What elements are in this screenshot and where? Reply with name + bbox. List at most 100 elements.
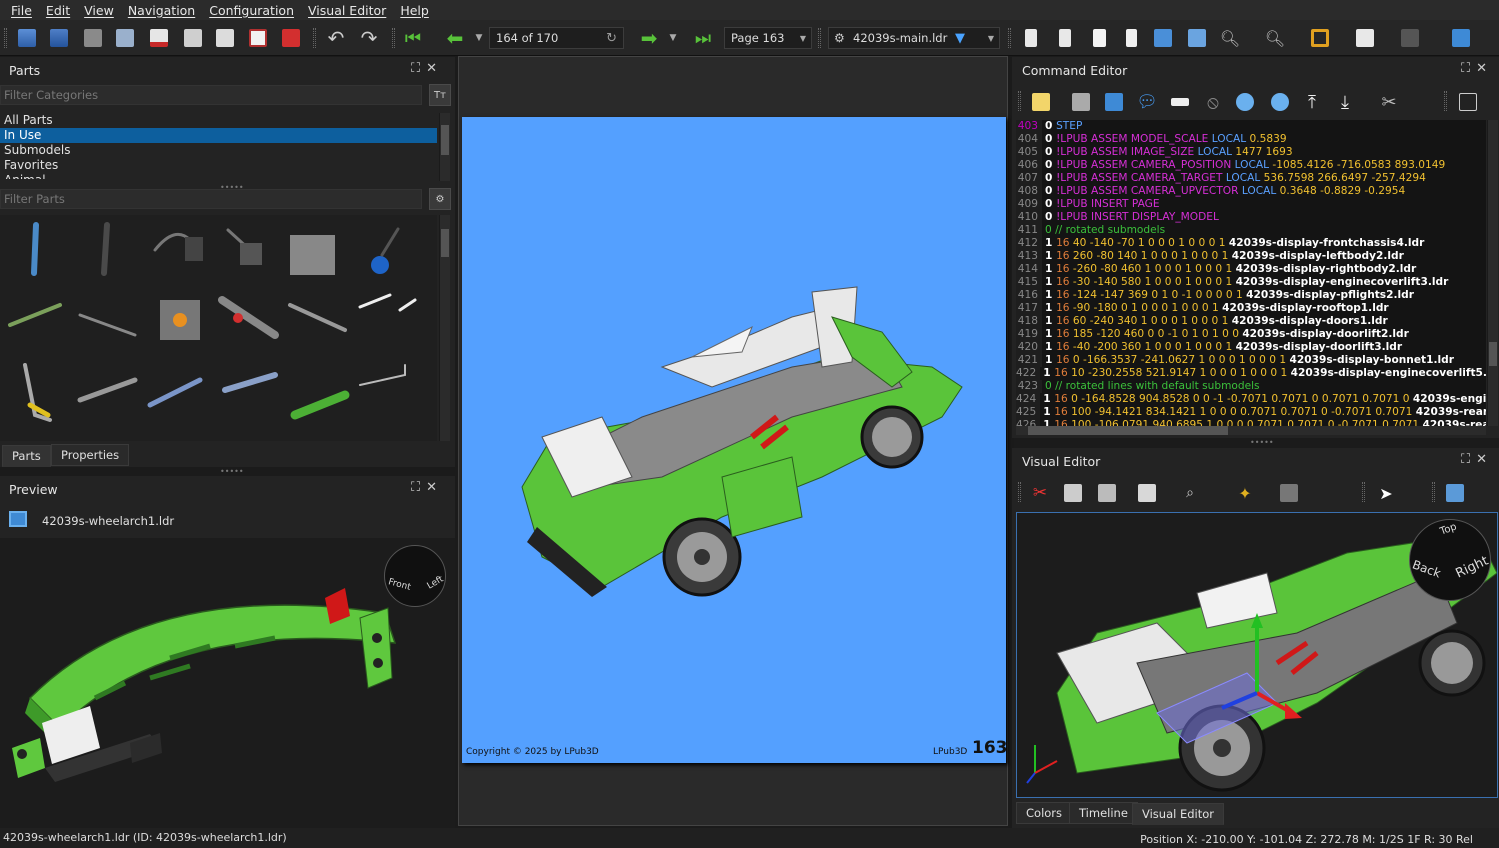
cut-icon[interactable]: ✂ xyxy=(1376,89,1402,115)
comment-icon[interactable]: 💬︎ xyxy=(1134,89,1160,115)
fit-page-icon[interactable] xyxy=(1307,25,1333,51)
code-line[interactable]: 421 1 16 0 -166.3537 -241.0627 1 0 0 0 1 … xyxy=(1016,354,1486,367)
menu-visual-editor[interactable]: Visual Editor xyxy=(301,3,393,18)
category-item[interactable]: Animal xyxy=(0,173,437,179)
paste-icon[interactable] xyxy=(1094,480,1120,506)
toolbar-grip[interactable] xyxy=(1444,91,1447,111)
editor-hscrollbar[interactable] xyxy=(1016,426,1486,435)
menu-configuration[interactable]: Configuration xyxy=(202,3,301,18)
tab-visual-editor[interactable]: Visual Editor xyxy=(1132,803,1225,825)
toolbar-grip[interactable] xyxy=(313,28,316,48)
code-line[interactable]: 424 1 16 0 -164.8528 904.8528 0 0 -1 -0.7… xyxy=(1016,393,1486,406)
scroll-up-icon[interactable] xyxy=(1232,89,1258,115)
previous-page-icon[interactable]: ⬅ xyxy=(442,25,468,51)
code-line[interactable]: 422 1 16 10 -230.2558 521.9147 1 0 0 0 1 … xyxy=(1016,367,1486,380)
category-item-selected[interactable]: In Use xyxy=(0,128,437,143)
step-counter-input[interactable]: 164 of 170 ↻ xyxy=(489,27,624,49)
find-icon[interactable]: ⌕ xyxy=(1177,480,1203,506)
move-top-icon[interactable]: ⤒ xyxy=(1299,89,1325,115)
last-page-icon[interactable]: ⏭ xyxy=(690,25,716,51)
settings-icon[interactable]: ⚙ xyxy=(429,188,451,210)
next-dropdown-icon[interactable]: ▼ xyxy=(660,25,686,51)
code-line[interactable]: 412 1 16 40 -140 -70 1 0 0 0 1 0 0 0 1 42… xyxy=(1016,237,1486,250)
tab-timeline[interactable]: Timeline xyxy=(1069,802,1138,824)
page-fold-icon[interactable] xyxy=(1118,25,1144,51)
splitter-handle[interactable]: ••••• xyxy=(220,467,244,476)
toolbar-grip[interactable] xyxy=(392,28,395,48)
code-line[interactable]: 405 0 !LPUB ASSEM IMAGE_SIZE LOCAL 1477 1… xyxy=(1016,146,1486,159)
code-line[interactable]: 409 0 !LPUB INSERT PAGE xyxy=(1016,198,1486,211)
code-line[interactable]: 419 1 16 185 -120 460 0 0 -1 0 1 0 1 0 0 … xyxy=(1016,328,1486,341)
export-icon[interactable] xyxy=(80,25,106,51)
code-line[interactable]: 416 1 16 -124 -147 369 0 1 0 -1 0 0 0 0 1… xyxy=(1016,289,1486,302)
code-line[interactable]: 426 1 16 100 -106.0791 940.6895 1 0 0 0 0… xyxy=(1016,419,1486,426)
first-page-icon[interactable]: ⏮ xyxy=(400,25,426,51)
next-page-icon[interactable]: ➡ xyxy=(636,25,662,51)
page-layout-right-icon[interactable] xyxy=(1052,25,1078,51)
code-line[interactable]: 404 0 !LPUB ASSEM MODEL_SCALE LOCAL 0.583… xyxy=(1016,133,1486,146)
camera-icon[interactable] xyxy=(1442,480,1468,506)
redo-icon[interactable]: ↷ xyxy=(356,25,382,51)
filter-categories-input[interactable]: Filter Categories xyxy=(0,85,422,105)
preferences-icon[interactable] xyxy=(1068,89,1094,115)
toolbar-grip[interactable] xyxy=(818,28,821,48)
model-select[interactable]: ⚙ 42039s-main.ldr ▼ ▼ xyxy=(828,27,1000,49)
tab-parts[interactable]: Parts xyxy=(2,445,51,467)
copy-icon[interactable] xyxy=(1060,480,1086,506)
disable-icon[interactable]: ⦸ xyxy=(1200,89,1226,115)
menu-view[interactable]: View xyxy=(77,3,121,18)
page-select[interactable]: Page 163 ▼ xyxy=(724,27,812,49)
pdf-icon[interactable] xyxy=(278,25,304,51)
code-line[interactable]: 415 1 16 -30 -140 580 1 0 0 0 1 0 0 0 1 4… xyxy=(1016,276,1486,289)
toolbar-grip[interactable] xyxy=(4,28,7,48)
panel-float-close-buttons[interactable]: ⛶✕ xyxy=(1461,61,1493,76)
instruction-page[interactable]: Copyright © 2025 by LPub3D LPub3D 163 xyxy=(462,117,1008,763)
toolbar-grip[interactable] xyxy=(1008,28,1011,48)
tab-properties[interactable]: Properties xyxy=(51,444,130,466)
print-preview-icon[interactable] xyxy=(245,25,271,51)
save-icon[interactable] xyxy=(46,25,72,51)
cut-icon[interactable]: ✂ xyxy=(1027,480,1053,506)
tab-colors[interactable]: Colors xyxy=(1016,802,1073,824)
panel-float-close-buttons[interactable]: ⛶✕ xyxy=(1461,452,1493,467)
parts-scrollbar[interactable] xyxy=(439,215,450,441)
code-line[interactable]: 418 1 16 60 -240 340 1 0 0 0 1 0 0 0 1 42… xyxy=(1016,315,1486,328)
insert-icon[interactable] xyxy=(1167,89,1193,115)
open-icon[interactable] xyxy=(14,25,40,51)
print-icon[interactable] xyxy=(212,25,238,51)
toolbar-grip[interactable] xyxy=(1018,91,1021,111)
code-line[interactable]: 425 1 16 100 -94.1421 834.1421 1 0 0 0 0.… xyxy=(1016,406,1486,419)
category-scrollbar[interactable] xyxy=(439,113,450,181)
transform-icon[interactable]: ✦ xyxy=(1232,480,1258,506)
visual-editor-viewport[interactable]: Top Back Right xyxy=(1016,512,1498,798)
category-item[interactable]: Favorites xyxy=(0,158,437,173)
zoom-out-icon[interactable]: 🔍︎ xyxy=(1262,25,1288,51)
page-view[interactable]: Copyright © 2025 by LPub3D LPub3D 163 xyxy=(458,56,1008,826)
splitter-handle[interactable]: ••••• xyxy=(1250,438,1274,447)
menu-edit[interactable]: Edit xyxy=(39,3,77,18)
code-line[interactable]: 406 0 !LPUB ASSEM CAMERA_POSITION LOCAL -… xyxy=(1016,159,1486,172)
category-item[interactable]: All Parts xyxy=(0,113,437,128)
code-line[interactable]: 420 1 16 -40 -200 360 1 0 0 0 1 0 0 0 1 4… xyxy=(1016,341,1486,354)
toolbar-grip[interactable] xyxy=(1432,482,1435,502)
toolbar-grip[interactable] xyxy=(1018,482,1021,502)
edit-icon[interactable] xyxy=(1028,89,1054,115)
code-line[interactable]: 411 0 // rotated submodels xyxy=(1016,224,1486,237)
select-tool-icon[interactable]: ➤ xyxy=(1373,480,1399,506)
code-line[interactable]: 408 0 !LPUB ASSEM CAMERA_UPVECTOR LOCAL 0… xyxy=(1016,185,1486,198)
zoom-in-icon[interactable]: 🔍︎ xyxy=(1217,25,1243,51)
preview-viewport[interactable]: Front Left xyxy=(0,538,455,828)
page-layout-icon[interactable] xyxy=(1018,25,1044,51)
filter-parts-input[interactable]: Filter Parts xyxy=(0,189,422,209)
code-line[interactable]: 407 0 !LPUB ASSEM CAMERA_TARGET LOCAL 536… xyxy=(1016,172,1486,185)
menu-file[interactable]: File xyxy=(4,3,39,18)
cascade-icon[interactable] xyxy=(1150,25,1176,51)
menu-help[interactable]: Help xyxy=(393,3,436,18)
close-file-icon[interactable] xyxy=(146,25,172,51)
code-line[interactable]: 414 1 16 -260 -80 460 1 0 0 0 1 0 0 0 1 4… xyxy=(1016,263,1486,276)
move-bottom-icon[interactable]: ⤓ xyxy=(1332,89,1358,115)
code-line[interactable]: 403 0 STEP xyxy=(1016,120,1486,133)
export-as-icon[interactable] xyxy=(112,25,138,51)
code-line[interactable]: 413 1 16 260 -80 140 1 0 0 0 1 0 0 0 1 42… xyxy=(1016,250,1486,263)
tile-icon[interactable] xyxy=(1184,25,1210,51)
